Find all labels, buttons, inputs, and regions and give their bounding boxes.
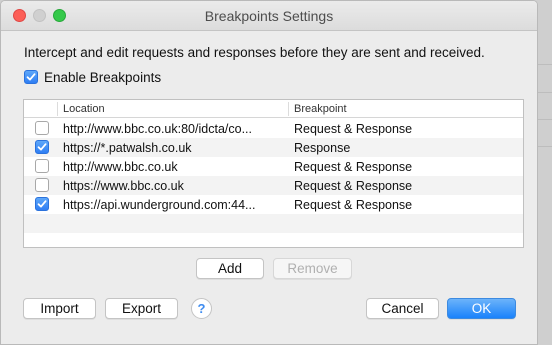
table-row: [24, 214, 523, 233]
checkmark-icon: [26, 73, 36, 81]
table-row[interactable]: https://*.patwalsh.co.uk Response: [24, 138, 523, 157]
column-header-location[interactable]: Location: [63, 103, 105, 115]
cancel-button[interactable]: Cancel: [366, 298, 439, 319]
row-location: https://api.wunderground.com:44...: [63, 198, 256, 212]
remove-button[interactable]: Remove: [273, 258, 352, 279]
window-title: Breakpoints Settings: [204, 8, 334, 24]
row-breakpoint-type: Request & Response: [294, 179, 413, 193]
table-row[interactable]: https://www.bbc.co.uk Request & Response: [24, 176, 523, 195]
column-header-breakpoint[interactable]: Breakpoint: [294, 103, 347, 115]
row-enabled-checkbox[interactable]: [35, 197, 49, 211]
checkmark-icon: [37, 143, 47, 151]
row-location: http://www.bbc.co.uk: [63, 160, 178, 174]
breakpoints-table[interactable]: Location Breakpoint http://www.bbc.co.uk…: [23, 99, 524, 248]
title-bar: Breakpoints Settings: [1, 1, 537, 31]
enable-breakpoints-row[interactable]: Enable Breakpoints: [24, 68, 161, 86]
question-mark-icon: ?: [197, 301, 206, 316]
row-breakpoint-type: Response: [294, 141, 351, 155]
export-button[interactable]: Export: [105, 298, 178, 319]
table-row[interactable]: http://www.bbc.co.uk:80/idcta/co... Reque…: [24, 119, 523, 138]
row-enabled-checkbox[interactable]: [35, 140, 49, 154]
ok-button[interactable]: OK: [447, 298, 516, 319]
row-location: https://www.bbc.co.uk: [63, 179, 184, 193]
row-breakpoint-type: Request & Response: [294, 122, 413, 136]
add-button[interactable]: Add: [196, 258, 264, 279]
row-enabled-checkbox[interactable]: [35, 121, 49, 135]
row-breakpoint-type: Request & Response: [294, 160, 413, 174]
row-location: http://www.bbc.co.uk:80/idcta/co...: [63, 122, 252, 136]
row-enabled-checkbox[interactable]: [35, 178, 49, 192]
table-row[interactable]: https://api.wunderground.com:44... Reques…: [24, 195, 523, 214]
enable-breakpoints-checkbox[interactable]: [24, 70, 38, 84]
table-row[interactable]: http://www.bbc.co.uk Request & Response: [24, 157, 523, 176]
checkmark-icon: [37, 200, 47, 208]
row-location: https://*.patwalsh.co.uk: [63, 141, 192, 155]
import-button[interactable]: Import: [23, 298, 96, 319]
help-button[interactable]: ?: [191, 298, 212, 319]
table-header: Location Breakpoint: [24, 100, 523, 118]
breakpoints-settings-window: Breakpoints Settings Intercept and edit …: [0, 0, 538, 345]
row-enabled-checkbox[interactable]: [35, 159, 49, 173]
row-breakpoint-type: Request & Response: [294, 198, 413, 212]
enable-breakpoints-label: Enable Breakpoints: [44, 69, 162, 85]
table-row: [24, 233, 523, 247]
intro-text: Intercept and edit requests and response…: [24, 45, 485, 60]
